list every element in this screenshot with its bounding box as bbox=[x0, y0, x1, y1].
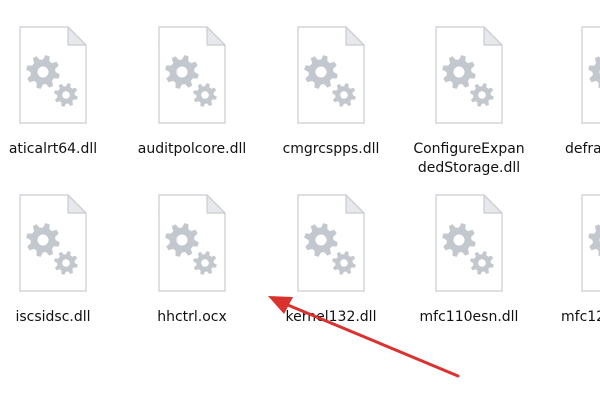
dll-gear-icon bbox=[18, 25, 88, 125]
file-name-label: hhctrl.ocx bbox=[157, 309, 227, 325]
file-explorer-view: aticalrt64.dll auditpolcore.dll cmgrcspp… bbox=[0, 0, 600, 400]
file-name-label: ConfigureExpan dedStorage.dll bbox=[413, 141, 525, 176]
file-item-mfc12[interactable]: mfc12 bbox=[545, 193, 600, 363]
file-name-label: auditpolcore.dll bbox=[137, 141, 247, 157]
file-name-label: mfc12 bbox=[561, 309, 600, 325]
dll-gear-icon bbox=[434, 193, 504, 293]
file-item-cmgrcspps[interactable]: cmgrcspps.dll bbox=[261, 25, 401, 195]
file-item-hhctrl[interactable]: hhctrl.ocx bbox=[122, 193, 262, 363]
file-item-defra[interactable]: defra bbox=[545, 25, 600, 195]
file-name-label: kernel132.dll bbox=[285, 309, 377, 325]
dll-gear-icon bbox=[296, 193, 366, 293]
file-name-label: defra bbox=[565, 141, 600, 157]
file-item-iscsidsc[interactable]: iscsidsc.dll bbox=[0, 193, 123, 363]
dll-gear-icon bbox=[296, 25, 366, 125]
file-item-auditpolcore[interactable]: auditpolcore.dll bbox=[122, 25, 262, 195]
file-name-label: cmgrcspps.dll bbox=[282, 141, 380, 157]
dll-gear-icon bbox=[18, 193, 88, 293]
dll-gear-icon bbox=[157, 25, 227, 125]
dll-gear-icon bbox=[434, 25, 504, 125]
file-name-label: iscsidsc.dll bbox=[15, 309, 91, 325]
file-item-aticalrt64[interactable]: aticalrt64.dll bbox=[0, 25, 123, 195]
dll-gear-icon bbox=[580, 25, 600, 125]
file-item-kernel132[interactable]: kernel132.dll bbox=[261, 193, 401, 363]
dll-gear-icon bbox=[580, 193, 600, 293]
file-name-label: aticalrt64.dll bbox=[8, 141, 98, 157]
file-item-mfc110esn[interactable]: mfc110esn.dll bbox=[399, 193, 539, 363]
dll-gear-icon bbox=[157, 193, 227, 293]
file-name-label: mfc110esn.dll bbox=[419, 309, 519, 325]
file-item-configureexpandedstorage[interactable]: ConfigureExpan dedStorage.dll bbox=[399, 25, 539, 195]
